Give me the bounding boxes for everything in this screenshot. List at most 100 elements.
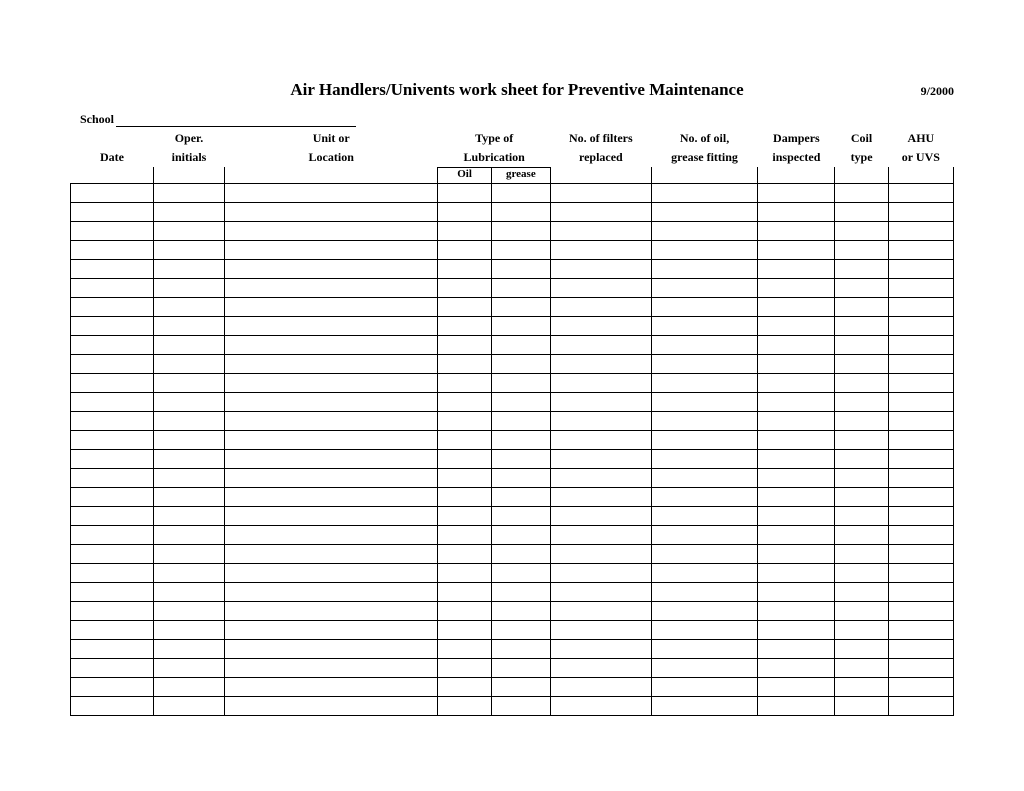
table-row (71, 354, 954, 373)
cell (550, 297, 651, 316)
cell (438, 525, 491, 544)
cell (758, 278, 835, 297)
cell (225, 487, 438, 506)
cell (225, 544, 438, 563)
cell (491, 506, 550, 525)
cell (153, 297, 224, 316)
cell (835, 316, 888, 335)
cell (550, 696, 651, 715)
cell (491, 487, 550, 506)
cell (758, 297, 835, 316)
cell (153, 183, 224, 202)
cell (438, 506, 491, 525)
cell (153, 430, 224, 449)
cell (153, 639, 224, 658)
cell (888, 354, 953, 373)
cell (438, 430, 491, 449)
cell (438, 487, 491, 506)
table-row (71, 506, 954, 525)
school-label: School (80, 112, 114, 126)
cell (153, 506, 224, 525)
cell (758, 658, 835, 677)
cell (153, 601, 224, 620)
cell (438, 354, 491, 373)
hdr-oil: Oil (438, 167, 491, 183)
cell (491, 316, 550, 335)
cell (491, 449, 550, 468)
cell (438, 183, 491, 202)
cell (651, 677, 758, 696)
school-label-row: School (80, 112, 954, 127)
hdr-unit-l1: Unit or (225, 129, 438, 148)
cell (438, 316, 491, 335)
cell (651, 335, 758, 354)
table-row (71, 183, 954, 202)
cell (491, 677, 550, 696)
cell (550, 468, 651, 487)
table-row (71, 449, 954, 468)
cell (71, 449, 154, 468)
cell (888, 563, 953, 582)
cell (651, 392, 758, 411)
hdr-date (71, 129, 154, 148)
cell (71, 620, 154, 639)
cell (225, 430, 438, 449)
cell (550, 639, 651, 658)
cell (651, 259, 758, 278)
hdr-damp-l1: Dampers (758, 129, 835, 148)
cell (438, 677, 491, 696)
cell (153, 544, 224, 563)
cell (225, 525, 438, 544)
hdr-filt-l1: No. of filters (550, 129, 651, 148)
cell (651, 468, 758, 487)
cell (835, 411, 888, 430)
table-row (71, 544, 954, 563)
page-title: Air Handlers/Univents work sheet for Pre… (140, 80, 894, 100)
cell (225, 354, 438, 373)
cell (651, 221, 758, 240)
cell (225, 411, 438, 430)
cell (71, 430, 154, 449)
cell (153, 202, 224, 221)
cell (651, 240, 758, 259)
cell (835, 183, 888, 202)
cell (758, 202, 835, 221)
cell (225, 601, 438, 620)
cell (491, 525, 550, 544)
cell (888, 278, 953, 297)
cell (153, 354, 224, 373)
cell (758, 525, 835, 544)
cell (225, 658, 438, 677)
cell (888, 259, 953, 278)
cell (153, 316, 224, 335)
table-row (71, 240, 954, 259)
cell (550, 449, 651, 468)
worksheet-table: Oper. Unit or Type of No. of filters No.… (70, 129, 954, 716)
cell (491, 658, 550, 677)
cell (71, 221, 154, 240)
cell (71, 278, 154, 297)
hdr-filt-l2: replaced (550, 148, 651, 167)
table-row (71, 335, 954, 354)
table-row (71, 259, 954, 278)
cell (225, 240, 438, 259)
table-row (71, 278, 954, 297)
hdr-coil-l2: type (835, 148, 888, 167)
hdr-coil-l1: Coil (835, 129, 888, 148)
cell (491, 183, 550, 202)
cell (225, 373, 438, 392)
cell (71, 411, 154, 430)
cell (835, 696, 888, 715)
cell (758, 411, 835, 430)
cell (888, 449, 953, 468)
cell (438, 544, 491, 563)
cell (225, 563, 438, 582)
cell (758, 392, 835, 411)
cell (438, 620, 491, 639)
cell (651, 297, 758, 316)
cell (888, 620, 953, 639)
cell (835, 221, 888, 240)
cell (758, 582, 835, 601)
cell (71, 183, 154, 202)
cell (651, 544, 758, 563)
